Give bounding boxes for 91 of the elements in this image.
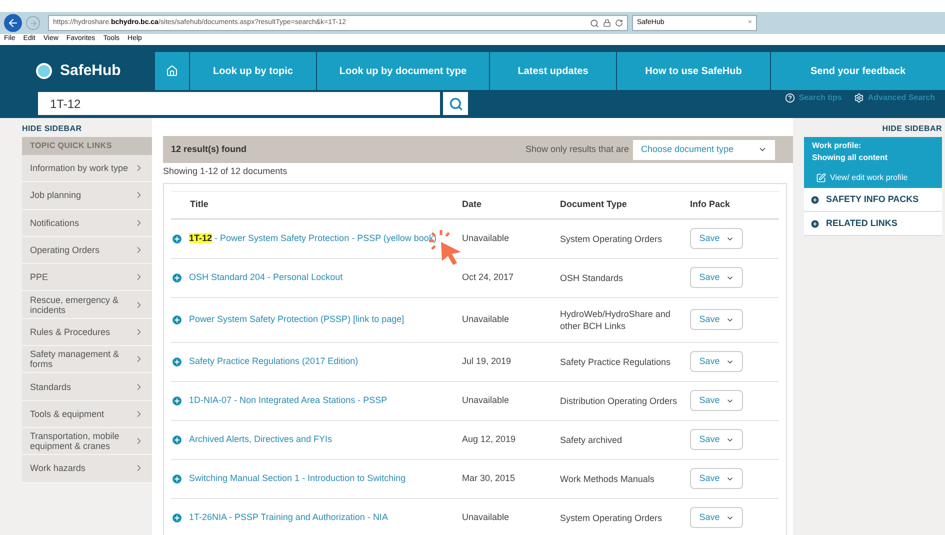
document-type-cell-text: HydroWeb/HydroShare and other BCH Links <box>560 308 672 332</box>
home-icon <box>166 65 178 77</box>
nav-tab[interactable]: Look up by document type <box>317 52 489 90</box>
expand-icon[interactable] <box>171 512 183 524</box>
sidebar-item[interactable]: PPE <box>22 264 152 292</box>
home-button[interactable] <box>155 52 189 90</box>
lock-icon <box>603 19 611 27</box>
document-type-cell-text: System Operating Orders <box>560 512 664 524</box>
document-link[interactable]: Power System Safety Protection (PSSP) [link to page] <box>189 312 404 326</box>
document-link[interactable]: Archived Alerts, Directives and FYIs <box>189 432 332 446</box>
document-link[interactable]: OSH Standard 204 - Personal Lockout <box>189 270 343 284</box>
document-type-cell-text: Distribution Operating Orders <box>560 394 678 406</box>
profile-status: Showing all content <box>812 152 889 164</box>
document-type-cell-text: Safety archived <box>560 434 624 446</box>
sidebar-item[interactable]: Information by work type <box>22 155 152 182</box>
search-button[interactable] <box>443 92 468 115</box>
date-cell-text: Unavailable <box>462 232 510 245</box>
hide-sidebar-link[interactable]: HIDE SIDEBAR <box>22 123 152 135</box>
document-type-cell-text: System Operating Orders <box>560 232 664 244</box>
save-dropdown-button[interactable]: Save <box>690 351 743 372</box>
sidebar-heading: TOPIC QUICK LINKS <box>22 137 152 155</box>
settings-icon <box>854 93 864 103</box>
document-type-cell-text: OSH Standards <box>560 272 624 284</box>
date-cell-text: Unavailable <box>462 394 510 407</box>
sidebar-section[interactable]: SAFETY INFO PACKS <box>804 188 942 212</box>
nav-tab[interactable]: How to use SafeHub <box>617 52 770 90</box>
date-cell-text: Mar 30, 2015 <box>462 472 516 485</box>
date-cell-text: Unavailable <box>462 510 510 524</box>
plus-icon <box>810 218 820 228</box>
logo-text: SafeHub <box>60 60 121 81</box>
expand-icon[interactable] <box>171 272 183 284</box>
sidebar-item[interactable]: Notifications <box>22 210 152 237</box>
hide-sidebar-link[interactable]: HIDE SIDEBAR <box>804 123 942 135</box>
expand-icon[interactable] <box>171 394 183 406</box>
forward-arrow-icon <box>28 18 38 28</box>
search-field[interactable]: 1T-12 <box>38 92 440 115</box>
save-dropdown-button[interactable]: Save <box>690 309 743 330</box>
save-dropdown-button[interactable]: Save <box>690 267 743 288</box>
sidebar-section[interactable]: RELATED LINKS <box>804 212 942 236</box>
expand-icon[interactable] <box>171 232 183 244</box>
column-header: Date <box>462 198 483 211</box>
date-cell-text: Unavailable <box>462 312 510 326</box>
edit-icon <box>816 173 826 183</box>
column-header: Title <box>189 198 210 211</box>
refresh-icon[interactable] <box>615 19 623 27</box>
date-cell-text: Jul 19, 2019 <box>462 354 512 368</box>
date-cell-text: Oct 24, 2017 <box>462 270 515 284</box>
sidebar-item[interactable]: Standards <box>22 373 152 401</box>
sidebar-item[interactable]: Work hazards <box>22 455 152 483</box>
expand-icon[interactable] <box>171 472 183 484</box>
help-icon <box>784 93 795 103</box>
sidebar-item[interactable]: Tools & equipment <box>22 400 152 428</box>
document-type-cell-text: Safety Practice Regulations <box>560 356 672 368</box>
nav-tab[interactable]: Send your feedback <box>771 52 945 90</box>
expand-icon[interactable] <box>171 356 183 368</box>
sidebar-item[interactable]: Operating Orders <box>22 236 152 264</box>
column-header: Document Type <box>560 198 628 211</box>
document-link[interactable]: 1T-26NIA - PSSP Training and Authorization - NIA <box>189 510 388 524</box>
expand-icon[interactable] <box>171 314 183 326</box>
sidebar-item[interactable]: Rescue, emergency & incidents <box>22 291 152 319</box>
document-type-cell-text: Work Methods Manuals <box>560 472 656 484</box>
document-type-dropdown[interactable]: Choose document type <box>633 140 775 160</box>
nav-tab[interactable]: Look up by topic <box>190 52 316 90</box>
profile-title: Work profile: <box>812 140 862 152</box>
search-icon <box>448 96 462 110</box>
document-link[interactable]: Switching Manual Section 1 - Introduction to Switching <box>189 472 406 486</box>
sidebar-item[interactable]: Safety management & forms <box>22 346 152 374</box>
document-link[interactable]: Safety Practice Regulations (2017 Edition) <box>189 354 358 368</box>
back-arrow-icon <box>7 17 19 29</box>
save-dropdown-button[interactable]: Save <box>690 507 743 528</box>
result-count: 12 result(s) found <box>171 142 247 156</box>
save-dropdown-button[interactable]: Save <box>690 429 743 450</box>
nav-tab[interactable]: Latest updates <box>490 52 616 90</box>
sidebar-item[interactable]: Transportation, mobile equipment & cranes <box>22 428 152 456</box>
date-cell-text: Aug 12, 2019 <box>462 432 517 446</box>
caret-icon <box>758 145 767 154</box>
save-dropdown-button[interactable]: Save <box>690 390 743 411</box>
document-link[interactable]: 1D-NIA-07 - Non Integrated Area Stations - PSSP <box>189 394 388 408</box>
search-icon[interactable] <box>590 18 599 28</box>
save-dropdown-button[interactable]: Save <box>690 468 743 489</box>
back-button[interactable] <box>4 14 22 32</box>
column-header: Info Pack <box>690 198 730 211</box>
expand-icon[interactable] <box>171 434 183 446</box>
showing-text: Showing 1-12 of 12 documents <box>163 165 288 178</box>
logo-icon <box>36 63 52 79</box>
filter-label: Show only results that are <box>525 142 629 156</box>
sidebar-item[interactable]: Job planning <box>22 182 152 210</box>
plus-icon <box>810 194 820 204</box>
save-dropdown-button[interactable]: Save <box>690 228 743 249</box>
sidebar-item[interactable]: Rules & Procedures <box>22 318 152 346</box>
edit-profile-link[interactable]: View/ edit work profile <box>830 172 908 184</box>
